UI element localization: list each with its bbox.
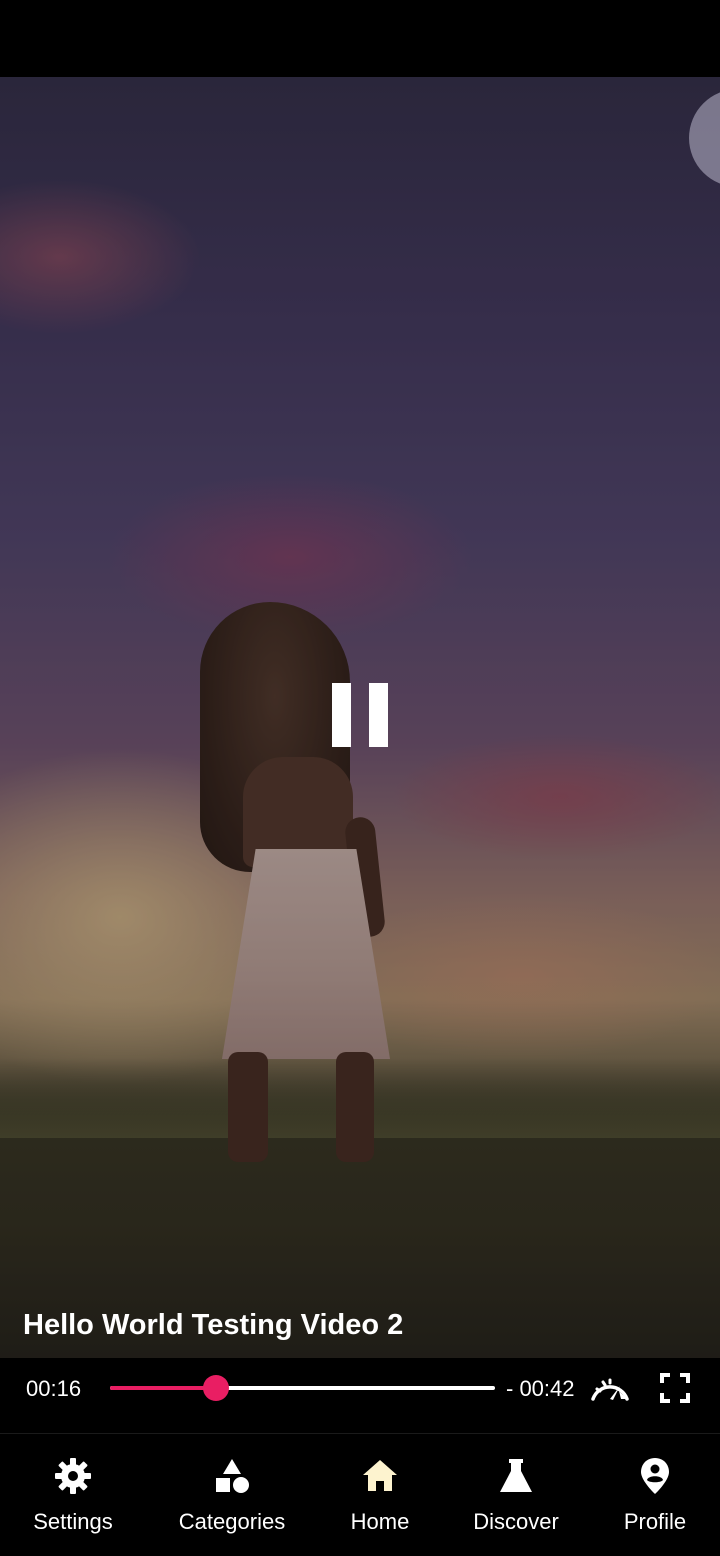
flask-icon bbox=[496, 1456, 536, 1496]
nav-label-settings: Settings bbox=[33, 1509, 113, 1534]
nav-item-settings[interactable]: Settings bbox=[22, 1434, 124, 1556]
seek-bar[interactable] bbox=[110, 1375, 495, 1401]
bottom-navigation: Settings Categories Home Discover Profil… bbox=[0, 1433, 720, 1556]
fullscreen-button[interactable] bbox=[657, 1370, 693, 1406]
speed-gauge-icon bbox=[591, 1378, 629, 1401]
status-bar bbox=[0, 0, 720, 77]
shapes-icon bbox=[212, 1456, 252, 1496]
seek-bar-progress bbox=[110, 1386, 216, 1390]
seek-thumb[interactable] bbox=[202, 1375, 229, 1401]
nav-item-profile[interactable]: Profile bbox=[618, 1434, 692, 1556]
playback-speed-button[interactable] bbox=[588, 1372, 632, 1404]
gear-icon bbox=[53, 1456, 93, 1496]
current-time: 00:16 bbox=[26, 1376, 82, 1401]
video-title: Hello World Testing Video 2 bbox=[23, 1309, 404, 1341]
nav-item-home[interactable]: Home bbox=[344, 1434, 416, 1556]
nav-label-home: Home bbox=[350, 1509, 410, 1534]
nav-label-profile: Profile bbox=[623, 1509, 687, 1534]
pause-icon bbox=[332, 683, 351, 747]
remaining-time: - 00:42 bbox=[506, 1376, 575, 1401]
home-icon bbox=[360, 1456, 400, 1496]
nav-label-discover: Discover bbox=[473, 1509, 559, 1534]
pause-icon-bar bbox=[369, 683, 388, 747]
nav-item-discover[interactable]: Discover bbox=[466, 1434, 566, 1556]
location-pin-icon bbox=[635, 1456, 675, 1496]
player-controls-bar: 00:16 - 00:42 bbox=[0, 1358, 720, 1433]
nav-label-categories: Categories bbox=[178, 1509, 286, 1534]
fullscreen-icon bbox=[660, 1373, 690, 1403]
pause-button[interactable] bbox=[320, 673, 400, 753]
nav-item-categories[interactable]: Categories bbox=[172, 1434, 292, 1556]
video-player[interactable]: Hello World Testing Video 2 bbox=[0, 77, 720, 1358]
